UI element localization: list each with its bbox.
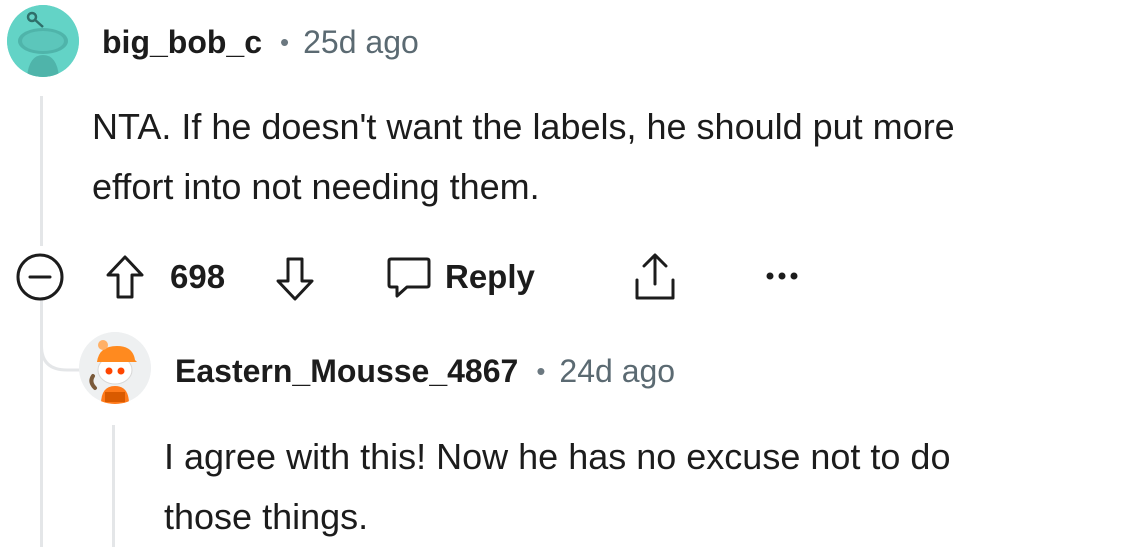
upvote-button[interactable] [100,250,150,304]
comment-body-line: effort into not needing them. [92,166,540,207]
downvote-button[interactable] [270,252,320,306]
share-button[interactable] [630,250,680,304]
reply-label: Reply [445,258,535,295]
comment-meta: Eastern_Mousse_4867 • 24d ago [175,349,675,393]
snoo-avatar-icon [7,5,79,77]
more-options-button[interactable] [760,256,804,296]
arrow-down-icon [276,257,314,301]
chat-bubble-icon [387,257,431,298]
collapse-button[interactable] [13,250,67,304]
separator-dot: • [280,26,290,57]
comment-body-line: those things. [164,496,369,537]
username[interactable]: Eastern_Mousse_4867 [175,353,518,390]
comment-body: NTA. If he doesn't want the labels, he s… [92,97,955,217]
snoo-avatar-orange-cap-icon [79,332,151,404]
reply-button[interactable]: Reply [385,250,535,304]
vote-count-value: 698 [170,258,226,295]
ellipsis-icon [766,272,798,280]
share-icon [635,253,675,300]
vote-count: 698 [170,252,225,302]
comment-action-bar: 698 Reply [0,246,1142,304]
avatar[interactable] [79,332,151,404]
comment-body-line: NTA. If he doesn't want the labels, he s… [92,106,955,147]
arrow-up-icon [106,255,144,299]
thread-line-main[interactable] [40,96,43,246]
timestamp[interactable]: 24d ago [559,353,675,390]
separator-dot: • [536,355,546,386]
minus-circle-icon [16,253,64,301]
comment-meta: big_bob_c • 25d ago [102,20,419,64]
username[interactable]: big_bob_c [102,24,262,61]
thread-line-reply[interactable] [112,425,115,547]
comment-body-line: I agree with this! Now he has no excuse … [164,436,951,477]
comment-body: I agree with this! Now he has no excuse … [164,427,950,547]
avatar[interactable] [7,5,79,77]
timestamp[interactable]: 25d ago [303,24,419,61]
